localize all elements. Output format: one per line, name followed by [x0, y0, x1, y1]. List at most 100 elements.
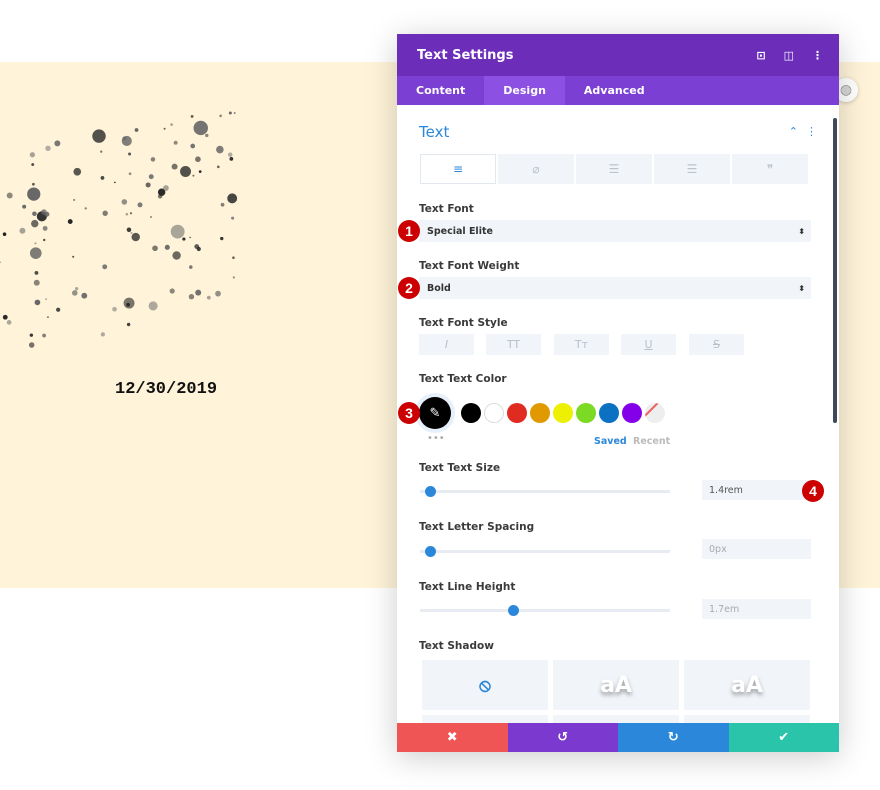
capitalize-button[interactable]: Tт [554, 334, 609, 355]
size-slider[interactable] [420, 486, 670, 497]
uppercase-button[interactable]: TT [486, 334, 541, 355]
recent-tab[interactable]: Recent [633, 436, 670, 447]
more-vertical-icon[interactable]: ⋮ [806, 125, 825, 138]
line-height-input[interactable]: 1.7em [702, 599, 811, 619]
badge-1: 1 [398, 220, 420, 242]
ink-dot [102, 210, 108, 216]
font-select[interactable]: Special Elite ⬍ [419, 220, 811, 242]
eyedropper-icon[interactable]: ✎ [419, 397, 451, 429]
undo-icon[interactable]: ↺ [507, 723, 618, 752]
ink-dot [232, 256, 235, 259]
ink-dot [130, 232, 133, 235]
tab-advanced[interactable]: Advanced [565, 76, 664, 105]
ink-dot [19, 227, 26, 234]
ordered-list-icon[interactable]: ☰ [654, 154, 730, 184]
font-value: Special Elite [427, 225, 493, 237]
color-swatch[interactable] [599, 403, 619, 423]
ink-dot [73, 167, 82, 176]
ink-dot [163, 185, 169, 191]
split-view-icon[interactable]: ◫ [784, 49, 794, 62]
more-dots-icon[interactable]: ••• [427, 433, 445, 444]
line-height-slider[interactable] [420, 605, 670, 616]
ink-dot [34, 299, 41, 306]
ink-dot [131, 232, 140, 242]
spacing-input[interactable]: 0px [702, 539, 811, 559]
ink-dot [123, 297, 135, 309]
redo-icon[interactable]: ↻ [618, 723, 729, 752]
quote-icon[interactable]: ❞ [732, 154, 808, 184]
ink-dot [192, 174, 195, 177]
ink-dot [126, 322, 131, 327]
shadow-preset-2[interactable]: aA [684, 660, 810, 710]
spacing-slider[interactable] [420, 546, 670, 557]
shadow-preset-1[interactable]: aA [553, 660, 679, 710]
strikethrough-button[interactable]: S [689, 334, 744, 355]
ink-dot [227, 152, 233, 157]
scrollbar[interactable] [833, 118, 837, 423]
weight-label: Text Font Weight [419, 260, 520, 272]
ink-dot [170, 224, 185, 239]
ink-dot [32, 182, 35, 186]
slider-knob[interactable] [508, 605, 520, 616]
ink-dot [72, 255, 75, 258]
panel-header: Text Settings ⊡ ◫ ⋮ [397, 34, 839, 76]
italic-button[interactable]: I [419, 334, 474, 355]
ink-dot [54, 140, 61, 147]
badge-4: 4 [802, 480, 824, 502]
ink-dot [148, 301, 158, 311]
more-vertical-icon[interactable]: ⋮ [812, 49, 823, 62]
select-arrows-icon: ⬍ [798, 283, 805, 293]
unordered-list-icon[interactable]: ☰ [576, 154, 652, 184]
size-input[interactable]: 1.4rem [702, 480, 811, 500]
select-arrows-icon: ⬍ [798, 226, 805, 236]
badge-2: 2 [398, 277, 420, 299]
color-swatch[interactable] [461, 403, 481, 423]
ink-dot [2, 232, 7, 236]
tab-content[interactable]: Content [397, 76, 484, 105]
check-icon[interactable]: ✔ [728, 723, 839, 752]
ink-dot [6, 192, 13, 199]
section-title: Text [419, 123, 450, 141]
ink-dot [43, 238, 46, 242]
color-swatch[interactable] [553, 403, 573, 423]
panel-footer: ✖ ↺ ↻ ✔ [397, 723, 839, 752]
link-off-icon[interactable]: ⌀ [498, 154, 574, 184]
chevron-up-icon[interactable]: ⌃ [789, 125, 806, 138]
ink-dot [47, 316, 49, 318]
ink-dot [229, 156, 234, 161]
no-shadow-icon[interactable]: ⦸ [422, 660, 548, 710]
panel-title: Text Settings [417, 47, 514, 63]
ink-dot [180, 166, 192, 178]
ink-dot [74, 287, 79, 291]
ink-dot [6, 320, 12, 325]
tab-design[interactable]: Design [484, 76, 565, 105]
ink-dot [122, 136, 127, 141]
ink-dot [173, 140, 178, 145]
close-icon[interactable]: ✖ [397, 723, 508, 752]
slider-knob[interactable] [424, 486, 436, 497]
ink-dot [198, 170, 202, 173]
badge-3: 3 [398, 402, 420, 424]
saved-tab[interactable]: Saved [594, 436, 627, 447]
slider-knob[interactable] [424, 546, 436, 557]
ink-splatter-image [0, 111, 238, 348]
ink-dot [84, 207, 87, 210]
color-swatch[interactable] [622, 403, 642, 423]
ink-dot [164, 244, 170, 250]
ink-dot [216, 165, 220, 169]
color-swatch[interactable] [576, 403, 596, 423]
ink-dot [81, 292, 88, 299]
color-swatch[interactable] [530, 403, 550, 423]
underline-button[interactable]: U [621, 334, 676, 355]
weight-select[interactable]: Bold ⬍ [419, 277, 811, 299]
color-swatch[interactable] [484, 403, 504, 423]
ink-dot [206, 295, 211, 300]
ink-dot [228, 111, 232, 115]
focus-icon[interactable]: ⊡ [756, 49, 765, 62]
color-swatch[interactable] [507, 403, 527, 423]
ink-dot [41, 209, 47, 215]
ink-dot [126, 227, 132, 233]
align-left-icon[interactable]: ≡ [420, 154, 496, 184]
clear-color-swatch[interactable] [645, 403, 665, 423]
ink-dot [31, 219, 39, 228]
